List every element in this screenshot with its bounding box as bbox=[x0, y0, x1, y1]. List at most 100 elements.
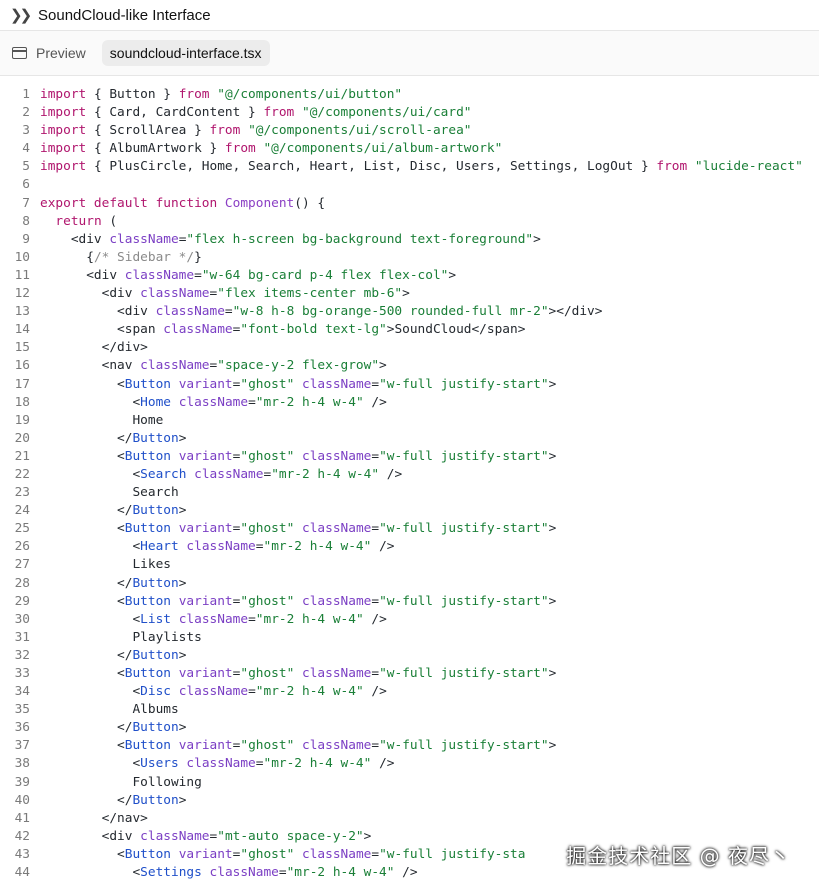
code-token: className bbox=[178, 394, 249, 410]
code-token: <span bbox=[40, 322, 164, 338]
code-token: = bbox=[224, 304, 233, 320]
line-number: 15 bbox=[14, 340, 30, 356]
code-token: < bbox=[40, 593, 125, 609]
line-number: 18 bbox=[14, 394, 30, 410]
line-number: 3 bbox=[22, 123, 30, 139]
code-editor[interactable]: 1 import { Button } from "@/components/ui… bbox=[0, 86, 819, 882]
code-token: > bbox=[548, 593, 557, 609]
code-line: 26 <Heart className="mr-2 h-4 w-4" /> bbox=[0, 538, 819, 556]
tab-file[interactable]: soundcloud-interface.tsx bbox=[101, 40, 270, 66]
code-text: <Button variant="ghost" className="w-ful… bbox=[40, 665, 556, 683]
code-token: className bbox=[194, 466, 264, 482]
code-text: Home bbox=[40, 412, 163, 430]
code-line: 24 </Button> bbox=[0, 502, 819, 520]
code-token: Users bbox=[140, 756, 179, 772]
code-line: 39 Following bbox=[0, 774, 819, 792]
code-token: Albums bbox=[40, 702, 179, 718]
code-token: "lucide-react" bbox=[694, 159, 803, 175]
code-token: Button bbox=[124, 593, 171, 609]
code-line: 23 Search bbox=[0, 484, 819, 502]
line-number: 10 bbox=[14, 249, 30, 265]
code-line: 27 Likes bbox=[0, 556, 819, 574]
code-token: "flex items-center mb-6" bbox=[217, 286, 403, 302]
code-token: { Card, CardContent } bbox=[86, 105, 264, 121]
code-line: 25 <Button variant="ghost" className="w-… bbox=[0, 520, 819, 538]
line-number: 17 bbox=[14, 376, 30, 392]
code-token: < bbox=[40, 448, 125, 464]
code-token: { bbox=[40, 249, 94, 265]
code-token: "ghost" bbox=[240, 846, 295, 862]
code-token: = bbox=[371, 448, 380, 464]
line-number: 30 bbox=[14, 611, 30, 627]
code-text: export default function Component() { bbox=[40, 195, 325, 213]
code-token: variant bbox=[178, 593, 233, 609]
code-token: className bbox=[302, 593, 372, 609]
code-token: () { bbox=[294, 195, 326, 211]
code-token: "@/components/ui/button" bbox=[217, 87, 403, 102]
code-text: <Button variant="ghost" className="w-ful… bbox=[40, 593, 556, 611]
line-number: 34 bbox=[14, 684, 30, 700]
code-token: "flex h-screen bg-background text-foregr… bbox=[186, 231, 534, 247]
code-token: className bbox=[140, 828, 210, 844]
code-token: "w-full justify-start" bbox=[379, 593, 549, 609]
line-number: 20 bbox=[14, 430, 30, 446]
code-token: "mr-2 h-4 w-4" bbox=[271, 466, 380, 482]
expand-chevrons-icon[interactable]: ❯❯ bbox=[10, 6, 32, 24]
code-token: "w-full justify-start" bbox=[379, 521, 549, 537]
code-token: < bbox=[40, 865, 141, 881]
code-token: "ghost" bbox=[240, 521, 295, 537]
code-text: <Home className="mr-2 h-4 w-4" /> bbox=[40, 394, 386, 412]
code-text: <div className="w-64 bg-card p-4 flex fl… bbox=[40, 267, 456, 285]
line-number: 7 bbox=[22, 195, 30, 211]
code-token: "@/components/ui/scroll-area" bbox=[248, 123, 472, 139]
code-token: import bbox=[40, 141, 87, 157]
line-number: 1 bbox=[22, 87, 30, 102]
code-text: </Button> bbox=[40, 647, 186, 665]
line-number: 38 bbox=[14, 756, 30, 772]
code-token: variant bbox=[178, 448, 233, 464]
code-token: <div bbox=[40, 286, 141, 302]
code-token: "mr-2 h-4 w-4" bbox=[255, 611, 364, 627]
code-text: <Search className="mr-2 h-4 w-4" /> bbox=[40, 466, 402, 484]
tab-preview[interactable]: Preview bbox=[12, 45, 86, 61]
code-token: Button bbox=[124, 666, 171, 681]
code-text: import { ScrollArea } from "@/components… bbox=[40, 122, 472, 140]
line-number: 26 bbox=[14, 539, 30, 555]
code-token: Playlists bbox=[40, 629, 202, 645]
code-token: > bbox=[548, 448, 557, 464]
code-token: "ghost" bbox=[240, 738, 295, 754]
tab-bar: Preview soundcloud-interface.tsx bbox=[0, 31, 819, 76]
code-token: > bbox=[548, 521, 557, 537]
code-token: > bbox=[548, 666, 557, 681]
code-token: /> bbox=[371, 756, 395, 772]
code-text: </Button> bbox=[40, 792, 186, 810]
code-text: {/* Sidebar */} bbox=[40, 249, 202, 267]
code-text: <List className="mr-2 h-4 w-4" /> bbox=[40, 611, 386, 629]
code-token: = bbox=[371, 846, 380, 862]
code-token: { ScrollArea } bbox=[86, 123, 210, 139]
code-token: > bbox=[548, 738, 557, 754]
code-token: = bbox=[371, 376, 380, 392]
line-number: 39 bbox=[14, 774, 30, 790]
code-token: "mr-2 h-4 w-4" bbox=[263, 539, 372, 555]
code-token: "w-64 bg-card p-4 flex flex-col" bbox=[201, 267, 449, 283]
code-token: = bbox=[194, 267, 202, 283]
code-line: 2 import { Card, CardContent } from "@/co… bbox=[0, 104, 819, 122]
code-token: Button bbox=[124, 448, 171, 464]
code-token: <div bbox=[40, 267, 125, 283]
code-token: "@/components/ui/album-artwork" bbox=[263, 141, 503, 157]
code-token: Button bbox=[132, 430, 179, 446]
code-token: <div bbox=[40, 828, 141, 844]
code-token: > bbox=[178, 430, 187, 446]
code-token: className bbox=[140, 286, 210, 302]
line-number: 19 bbox=[14, 412, 30, 428]
code-token: Home bbox=[140, 394, 171, 410]
code-token: > bbox=[178, 720, 187, 736]
